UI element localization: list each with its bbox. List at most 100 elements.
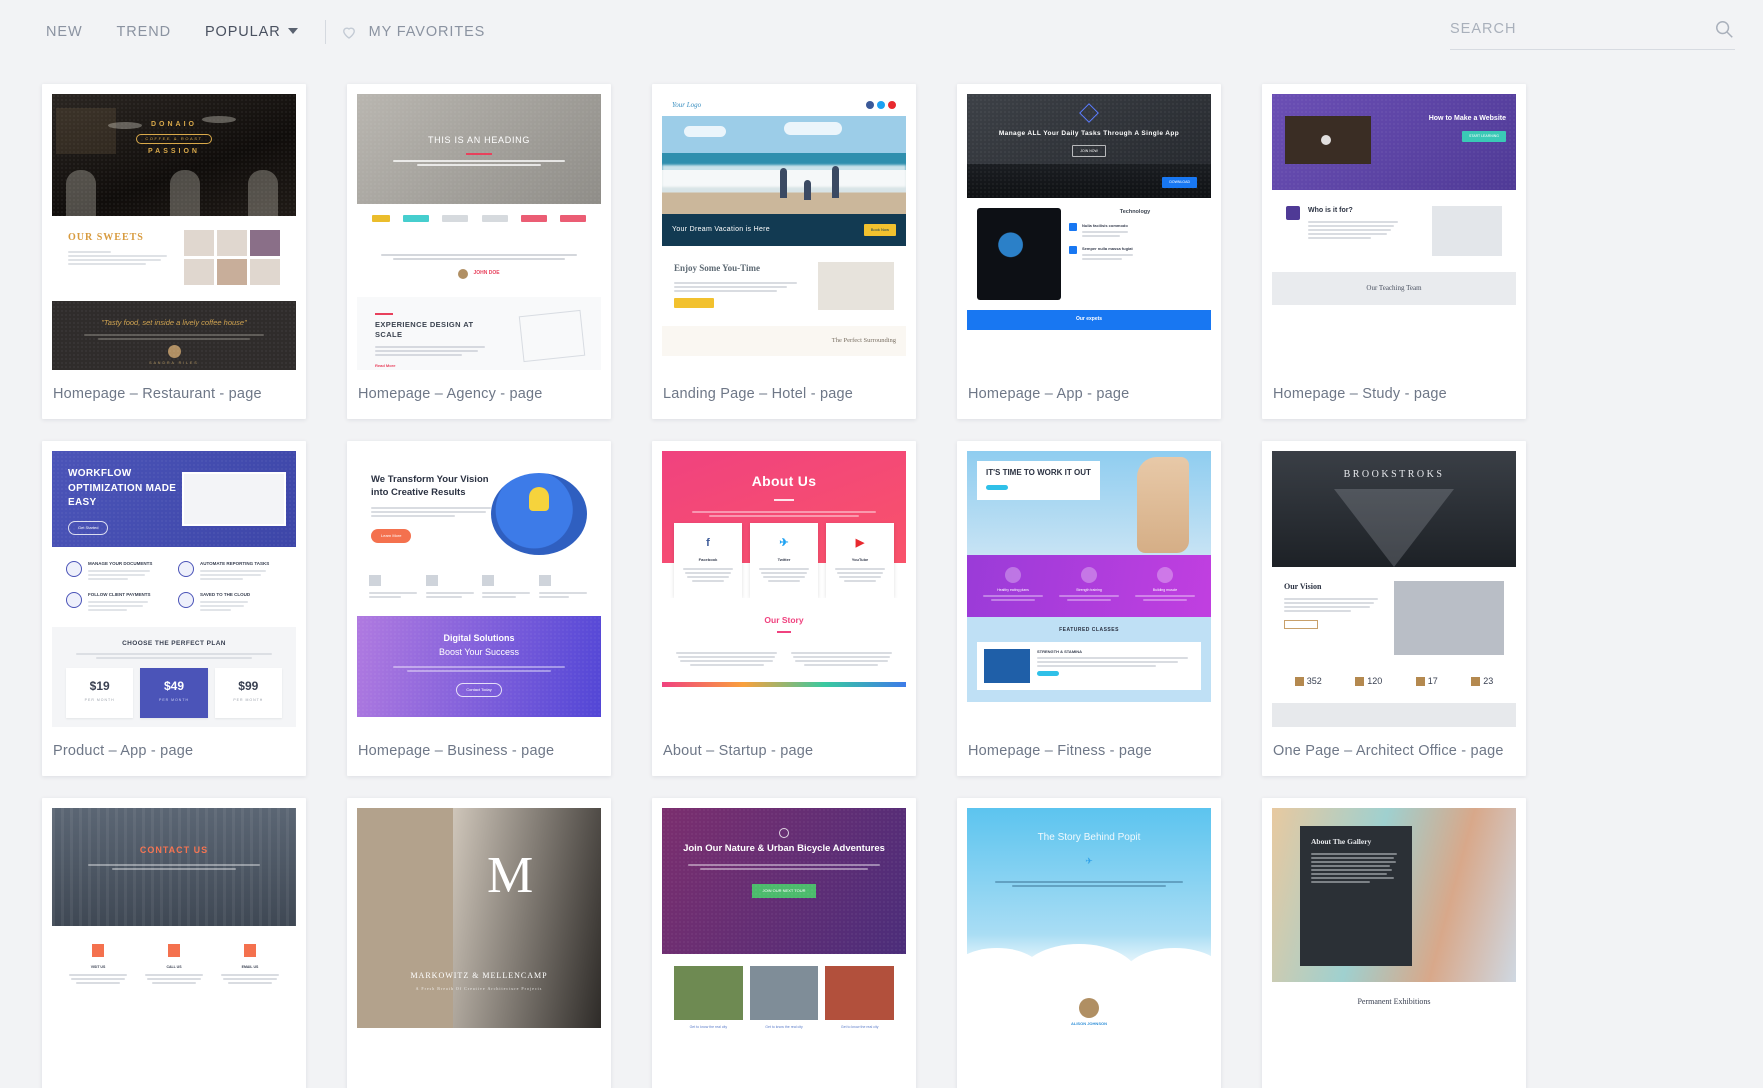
contact-title: EMAIL US (241, 965, 259, 969)
card-label (347, 1084, 611, 1088)
social-card[interactable]: ✈ Twitter (750, 523, 818, 598)
feature-row: Semper nulla massa fugiat (1069, 246, 1201, 262)
experience-link[interactable]: Read More (375, 363, 487, 369)
card-label: Homepage – App - page (968, 386, 1130, 402)
template-card[interactable]: BROOKSTROKS Our Vision 352 120 17 23 One… (1262, 441, 1526, 776)
price-card[interactable]: $49 PER MONTH (140, 668, 208, 718)
footer-section: The Perfect Surrounding (662, 326, 906, 356)
hero-button[interactable]: START LEARNING (1462, 130, 1506, 142)
enjoy-button[interactable] (674, 297, 714, 308)
template-thumbnail[interactable]: How to Make a Website START LEARNING Who… (1272, 94, 1516, 370)
template-thumbnail[interactable]: CONTACT US VISIT US CALL US (52, 808, 296, 1084)
social-card[interactable]: f Facebook (674, 523, 742, 598)
hero-button[interactable]: Learn More (371, 528, 412, 543)
story-underline (777, 631, 791, 633)
template-card[interactable]: WORKFLOW OPTIMIZATION MADE EASY Get Star… (42, 441, 306, 776)
sweets-gallery (184, 230, 280, 285)
twitter-icon[interactable] (877, 101, 885, 109)
template-thumbnail[interactable]: IT'S TIME TO WORK IT OUT Healthy eating … (967, 451, 1211, 727)
nav-item-new[interactable]: NEW (46, 24, 100, 40)
template-card[interactable]: How to Make a Website START LEARNING Who… (1262, 84, 1526, 419)
benefit-title: Strength training (1076, 588, 1102, 592)
template-thumbnail[interactable]: The Story Behind Popit ✈ ALISON JOHNSON (967, 808, 1211, 1084)
template-card[interactable]: CONTACT US VISIT US CALL US (42, 798, 306, 1088)
template-thumbnail[interactable]: M MARKOWITZ & MELLENCAMP A Fresh Breath … (357, 808, 601, 1084)
template-thumbnail[interactable]: About Us f Facebook ✈ Twitter ▶ YouTube … (662, 451, 906, 727)
decor-right-panel: M (453, 808, 601, 1028)
contact-link[interactable] (143, 989, 205, 994)
feature-title: MANAGE YOUR DOCUMENTS (88, 561, 153, 566)
gallery-image (674, 966, 743, 1020)
mini-site-app: Manage ALL Your Daily Tasks Through A Si… (967, 94, 1211, 330)
template-thumbnail[interactable]: THIS IS AN HEADING (357, 94, 601, 370)
template-thumbnail[interactable]: About The Gallery Permanent Exhibitions (1272, 808, 1516, 1084)
mini-site-popit: The Story Behind Popit ✈ ALISON JOHNSON (967, 808, 1211, 1041)
mini-site-fitness: IT'S TIME TO WORK IT OUT Healthy eating … (967, 451, 1211, 702)
price-card[interactable]: $99 PER MONTH (214, 668, 282, 718)
hero-section: How to Make a Website START LEARNING (1272, 94, 1516, 190)
hero-button-alt[interactable]: DOWNLOAD (1162, 176, 1197, 188)
enjoy-title: Enjoy Some You-Time (674, 263, 761, 273)
gallery-image (825, 966, 895, 1020)
contact-link[interactable] (219, 989, 281, 994)
template-card[interactable]: Your Logo Your Dream Vacation is Here Bo… (652, 84, 916, 419)
price-card[interactable]: $19 PER MONTH (66, 668, 134, 718)
benefit-item: Building muscle (1134, 567, 1196, 603)
facebook-icon[interactable] (866, 101, 874, 109)
gallery-item[interactable]: Get to know the real city (674, 966, 743, 1030)
template-thumbnail[interactable]: Manage ALL Your Daily Tasks Through A Si… (967, 94, 1211, 370)
gallery-item[interactable]: Get to know the real city (825, 966, 895, 1030)
features-section: MANAGE YOUR DOCUMENTS AUTOMATE REPORTING… (52, 547, 296, 627)
template-card[interactable]: About The Gallery Permanent Exhibitions (1262, 798, 1526, 1088)
bird-icon: ✈ (1085, 856, 1093, 866)
gallery-caption: Get to know the real city (765, 1025, 803, 1029)
nav-item-trend[interactable]: TREND (100, 24, 188, 40)
target-icon (1286, 206, 1300, 220)
payment-icon (66, 591, 82, 608)
template-thumbnail[interactable]: We Transform Your Vision into Creative R… (357, 451, 601, 727)
template-thumbnail[interactable]: BROOKSTROKS Our Vision 352 120 17 23 (1272, 451, 1516, 727)
template-thumbnail[interactable]: Your Logo Your Dream Vacation is Here Bo… (662, 94, 906, 370)
gallery-item[interactable]: Get to know the real city (749, 966, 819, 1030)
social-card[interactable]: ▶ YouTube (826, 523, 894, 598)
template-card[interactable]: We Transform Your Vision into Creative R… (347, 441, 611, 776)
mini-site-hotel: Your Logo Your Dream Vacation is Here Bo… (662, 94, 906, 356)
search-icon[interactable] (1713, 18, 1735, 40)
top-toolbar: NEW TREND POPULAR MY FAVORITES (0, 0, 1763, 64)
search-input[interactable] (1450, 21, 1713, 37)
my-favorites-button[interactable]: MY FAVORITES (340, 23, 486, 41)
about-title: About The Gallery (1311, 837, 1372, 846)
quote-section: JOHN DOE (357, 232, 601, 297)
contact-link[interactable] (67, 989, 129, 994)
template-card[interactable]: M MARKOWITZ & MELLENCAMP A Fresh Breath … (347, 798, 611, 1088)
template-thumbnail[interactable]: DONAIO COFFEE & ROAST PASSION OUR SWEETS (52, 94, 296, 370)
hero-underline (774, 499, 794, 501)
template-card[interactable]: The Story Behind Popit ✈ ALISON JOHNSON (957, 798, 1221, 1088)
class-button[interactable] (1037, 670, 1059, 676)
nav-item-popular[interactable]: POPULAR (188, 24, 315, 40)
class-row[interactable]: STRENGTH & STAMINA (977, 641, 1201, 690)
template-card[interactable]: Manage ALL Your Daily Tasks Through A Si… (957, 84, 1221, 419)
template-card[interactable]: DONAIO COFFEE & ROAST PASSION OUR SWEETS (42, 84, 306, 419)
template-thumbnail[interactable]: Join Our Nature & Urban Bicycle Adventur… (662, 808, 906, 1084)
banner-button[interactable]: Book Now (863, 224, 896, 236)
template-card[interactable]: IT'S TIME TO WORK IT OUT Healthy eating … (957, 441, 1221, 776)
vision-image (1394, 581, 1504, 655)
contact-column: CALL US (143, 944, 205, 994)
template-card[interactable]: Join Our Nature & Urban Bicycle Adventur… (652, 798, 916, 1088)
template-card[interactable]: About Us f Facebook ✈ Twitter ▶ YouTube … (652, 441, 916, 776)
footer-title: The Perfect Surrounding (831, 337, 896, 344)
feature-row: Nulla facilisis commodo (1069, 223, 1201, 239)
vision-button[interactable] (1284, 620, 1318, 629)
mini-site-contact: CONTACT US VISIT US CALL US (52, 808, 296, 1014)
play-icon[interactable] (1321, 135, 1331, 145)
template-card[interactable]: THIS IS AN HEADING (347, 84, 611, 419)
youtube-icon[interactable] (888, 101, 896, 109)
hero-heading: IT'S TIME TO WORK IT OUT (986, 468, 1091, 477)
benefits-band: Healthy eating plans Strength training B… (967, 555, 1211, 618)
template-thumbnail[interactable]: WORKFLOW OPTIMIZATION MADE EASY Get Star… (52, 451, 296, 727)
search-box[interactable] (1450, 18, 1735, 50)
mini-site-agency: THIS IS AN HEADING (357, 94, 601, 370)
hero-button[interactable] (986, 484, 1008, 490)
globe-icon (1471, 677, 1481, 687)
